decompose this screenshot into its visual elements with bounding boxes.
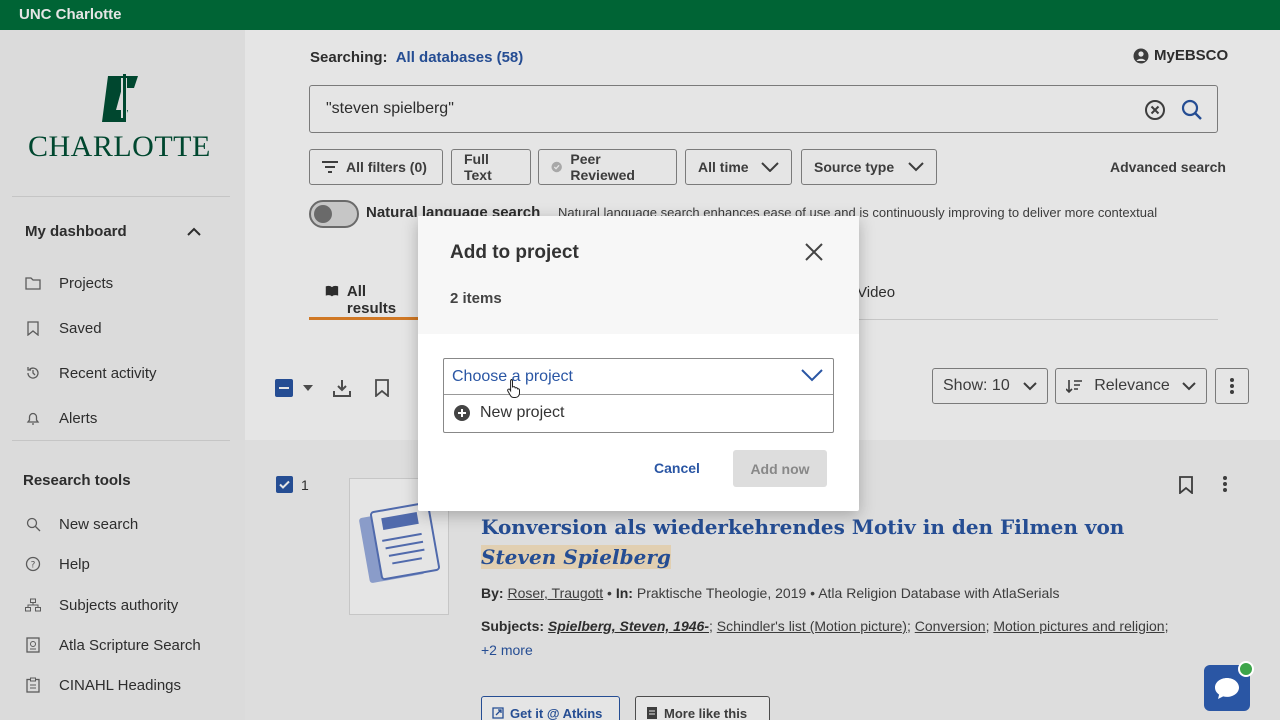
project-dropdown-trigger[interactable]: Choose a project [444, 359, 833, 395]
dialog-item-count: 2 items [450, 290, 502, 307]
add-now-label: Add now [750, 460, 810, 477]
close-icon[interactable] [804, 242, 824, 262]
dialog-title: Add to project [450, 242, 579, 263]
add-now-button[interactable]: Add now [733, 450, 827, 487]
new-project-option[interactable]: New project [454, 404, 564, 422]
chat-online-badge [1238, 661, 1254, 677]
dialog-header: Add to project 2 items [418, 216, 859, 334]
chevron-down-icon [801, 369, 823, 382]
chat-bubble-icon [1215, 678, 1239, 699]
plus-circle-icon [454, 405, 470, 421]
cancel-button[interactable]: Cancel [654, 460, 700, 476]
add-to-project-dialog: Add to project 2 items Choose a project … [418, 216, 859, 511]
project-dropdown[interactable]: Choose a project New project [443, 358, 834, 433]
new-project-label: New project [480, 404, 565, 421]
hand-cursor-icon [507, 379, 520, 398]
